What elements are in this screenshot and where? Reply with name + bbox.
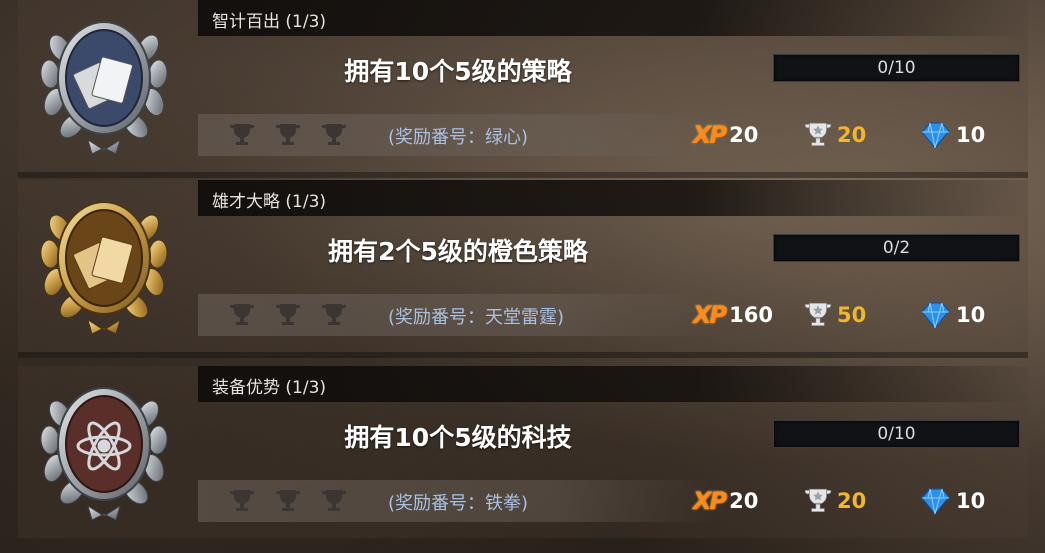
tier-trophy-icon [276,124,300,145]
gem-value: 10 [956,303,986,327]
achievement-row[interactable]: 智计百出 (1/3) 拥有10个5级的策略 0/10 (奖励番号：绿心) XP … [18,0,1028,172]
silver-trophy-icon [804,302,832,327]
achievement-row[interactable]: 雄才大略 (1/3) 拥有2个5级的橙色策略 0/2 (奖励番号：天堂雷霆) X… [18,180,1028,352]
trophy-reward: 20 [803,480,866,522]
blue-gem-icon [921,488,950,515]
gem-value: 10 [956,489,986,513]
gem-value: 10 [956,123,986,147]
tier-trophy-icon [322,304,346,325]
achievement-header: 智计百出 (1/3) [198,0,1028,36]
tier-trophy-icon [230,490,254,511]
rewards: XP 20 20 10 [693,114,1023,156]
row-divider [18,172,1028,178]
achievement-header: 装备优势 (1/3) [198,366,1028,402]
row-divider [18,352,1028,358]
tier-trophy-icon [276,304,300,325]
achievement-title: 拥有2个5级的橙色策略 [328,237,588,266]
tier-strip: (奖励番号：绿心) [198,114,713,156]
xp-value: 20 [729,123,759,147]
trophy-value: 50 [837,303,867,327]
achievement-title: 拥有10个5级的策略 [344,57,572,86]
xp-reward: XP 20 [693,480,758,522]
trophy-value: 20 [837,489,867,513]
progress-bar: 0/10 [773,54,1020,82]
gem-reward: 10 [918,480,985,522]
silver-trophy-icon [804,488,832,513]
xp-icon: XP [693,301,727,329]
xp-value: 20 [729,489,759,513]
xp-reward: XP 160 [693,294,773,336]
blue-gem-icon [921,122,950,149]
gem-reward: 10 [918,114,985,156]
gem-reward: 10 [918,294,985,336]
silver-medal-cards-icon [40,21,168,155]
reward-code: (奖励番号：天堂雷霆) [388,307,565,328]
achievement-header: 雄才大略 (1/3) [198,180,1028,216]
progress-bar: 0/2 [773,234,1020,262]
silver-trophy-icon [804,122,832,147]
achievement-title: 拥有10个5级的科技 [344,423,572,452]
trophy-reward: 20 [803,114,866,156]
achievement-row[interactable]: 装备优势 (1/3) 拥有10个5级的科技 0/10 (奖励番号：铁拳) XP … [18,366,1028,538]
tier-trophy-icon [276,490,300,511]
tier-trophy-icon [322,490,346,511]
trophy-value: 20 [837,123,867,147]
trophy-reward: 50 [803,294,866,336]
gold-medal-cards-icon [40,201,168,335]
progress-text: 0/10 [877,58,916,78]
tier-trophy-icon [322,124,346,145]
xp-reward: XP 20 [693,114,758,156]
xp-icon: XP [693,487,727,515]
xp-icon: XP [693,121,727,149]
tier-strip: (奖励番号：铁拳) [198,480,713,522]
tier-trophy-icon [230,304,254,325]
xp-value: 160 [729,303,773,327]
tier-trophy-icon [230,124,254,145]
tier-strip: (奖励番号：天堂雷霆) [198,294,713,336]
reward-code: (奖励番号：铁拳) [388,493,529,514]
progress-bar: 0/10 [773,420,1020,448]
silver-medal-atom-icon [40,387,168,521]
achievement-name: 装备优势 (1/3) [212,378,327,398]
progress-text: 0/10 [877,424,916,444]
reward-code: (奖励番号：绿心) [388,127,529,148]
achievement-name: 智计百出 (1/3) [212,12,327,32]
rewards: XP 160 50 10 [693,294,1023,336]
rewards: XP 20 20 10 [693,480,1023,522]
blue-gem-icon [921,302,950,329]
progress-text: 0/2 [882,238,911,258]
achievement-name: 雄才大略 (1/3) [212,192,327,212]
